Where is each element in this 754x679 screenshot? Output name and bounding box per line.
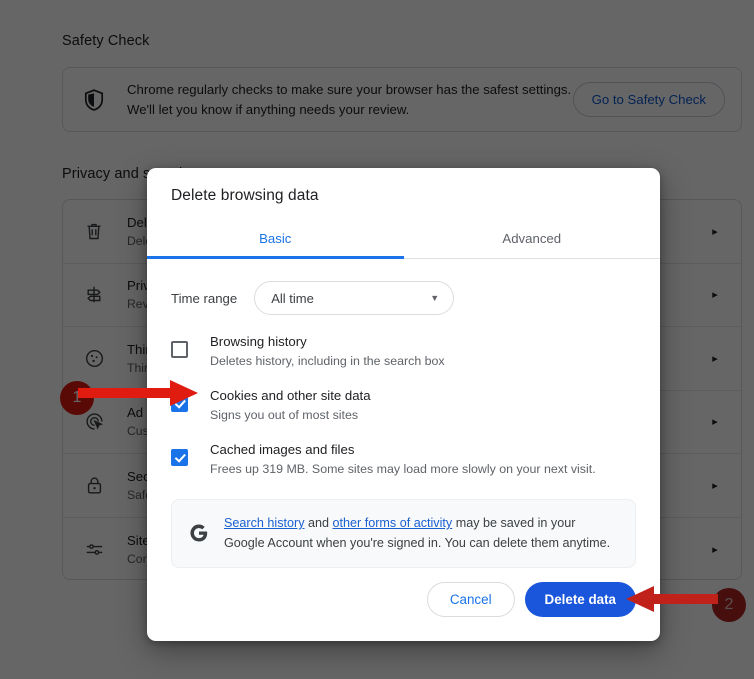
time-range-label: Time range [171, 290, 238, 306]
checkbox-row-cookies-and-site-data[interactable]: Cookies and other site data Signs you ou… [171, 385, 636, 425]
checkbox-browsing-history[interactable] [171, 341, 188, 358]
time-range-select[interactable]: All time ▼ [254, 281, 455, 315]
google-account-notice-text: Search history and other forms of activi… [224, 513, 619, 553]
checkbox-sublabel: Frees up 319 MB. Some sites may load mor… [210, 462, 596, 476]
google-g-icon [186, 513, 212, 553]
dialog-tabs: Basic Advanced [147, 220, 660, 259]
checkbox-sublabel: Deletes history, including in the search… [210, 354, 445, 368]
tab-advanced[interactable]: Advanced [404, 220, 661, 258]
notice-conjunction: and [304, 516, 333, 530]
chevron-down-icon: ▼ [430, 293, 440, 303]
dialog-footer: Cancel Delete data [147, 582, 660, 641]
data-type-checkbox-list: Browsing history Deletes history, includ… [171, 331, 636, 479]
checkbox-label: Cookies and other site data [210, 388, 371, 403]
checkbox-label: Browsing history [210, 334, 307, 349]
time-range-row: Time range All time ▼ [171, 281, 636, 315]
dialog-body: Time range All time ▼ Browsing history D… [147, 259, 660, 582]
tab-basic[interactable]: Basic [147, 220, 404, 259]
screen-root: Safety Check Chrome regularly checks to … [0, 0, 754, 679]
checkbox-row-browsing-history[interactable]: Browsing history Deletes history, includ… [171, 331, 636, 371]
delete-browsing-data-dialog: Delete browsing data Basic Advanced Time… [147, 168, 660, 641]
cancel-button[interactable]: Cancel [426, 582, 515, 617]
checkbox-sublabel: Signs you out of most sites [210, 408, 359, 422]
search-history-link[interactable]: Search history [224, 516, 305, 530]
annotation-arrow-1 [78, 380, 198, 406]
other-forms-of-activity-link[interactable]: other forms of activity [333, 516, 453, 530]
annotation-arrow-2 [626, 586, 718, 612]
time-range-value: All time [271, 290, 314, 306]
delete-data-button[interactable]: Delete data [524, 582, 636, 617]
google-account-notice: Search history and other forms of activi… [171, 499, 636, 568]
checkbox-cached-images-and-files[interactable] [171, 449, 188, 466]
dialog-title: Delete browsing data [171, 187, 319, 204]
checkbox-label: Cached images and files [210, 442, 355, 457]
checkbox-row-cached-images-and-files[interactable]: Cached images and files Frees up 319 MB.… [171, 439, 636, 479]
